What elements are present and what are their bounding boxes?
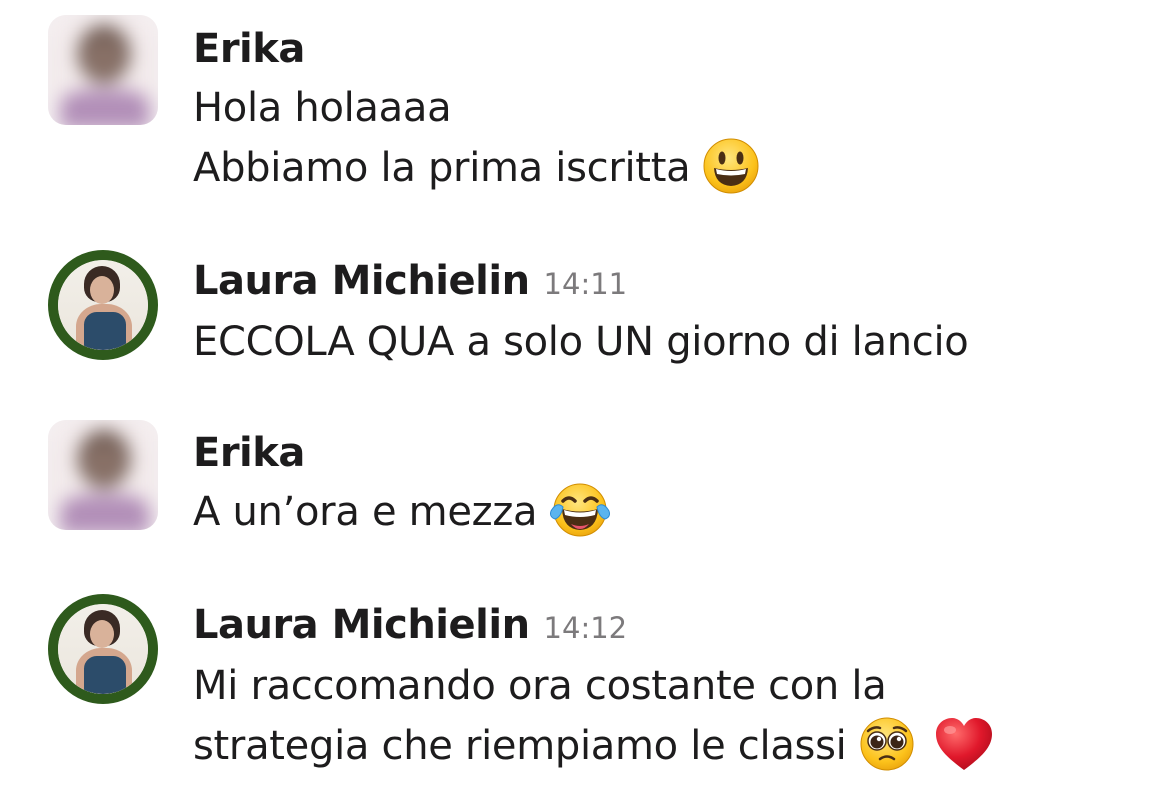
red-heart-icon <box>934 716 994 772</box>
message-line: Hola holaaaa <box>193 78 1150 138</box>
sender-name[interactable]: Erika <box>193 430 305 476</box>
message-line: ECCOLA QUA a solo UN giorno di lancio <box>193 312 1150 372</box>
message-text: strategia che riempiamo le classi <box>193 723 847 769</box>
message-line: A un’ora e mezza <box>193 482 1150 543</box>
timestamp[interactable]: 14:12 <box>544 611 628 645</box>
avatar[interactable] <box>48 250 158 360</box>
sender-name[interactable]: Laura Michielin <box>193 602 530 648</box>
avatar[interactable] <box>48 420 158 530</box>
message-text: Mi raccomando ora costante con la <box>193 663 887 709</box>
sender-name[interactable]: Laura Michielin <box>193 258 530 304</box>
grinning-face-icon <box>702 137 760 195</box>
tears-of-joy-icon <box>549 481 611 539</box>
message-line: strategia che riempiamo le classi <box>193 716 1150 777</box>
message-text: ECCOLA QUA a solo UN giorno di lancio <box>193 319 969 365</box>
message-text: Hola holaaaa <box>193 85 452 131</box>
message-header: Erika <box>193 428 1150 478</box>
message-text: Abbiamo la prima iscritta <box>193 145 691 191</box>
message-header: Erika <box>193 24 1150 74</box>
avatar[interactable] <box>48 594 158 704</box>
message-header: Laura Michielin 14:11 <box>193 256 1150 306</box>
avatar[interactable] <box>48 15 158 125</box>
timestamp[interactable]: 14:11 <box>544 267 628 301</box>
message-line: Abbiamo la prima iscritta <box>193 138 1150 199</box>
pleading-face-icon <box>858 715 916 773</box>
sender-name[interactable]: Erika <box>193 26 305 72</box>
message-header: Laura Michielin 14:12 <box>193 600 1150 650</box>
message-line: Mi raccomando ora costante con la <box>193 656 1150 716</box>
message-text: A un’ora e mezza <box>193 489 538 535</box>
